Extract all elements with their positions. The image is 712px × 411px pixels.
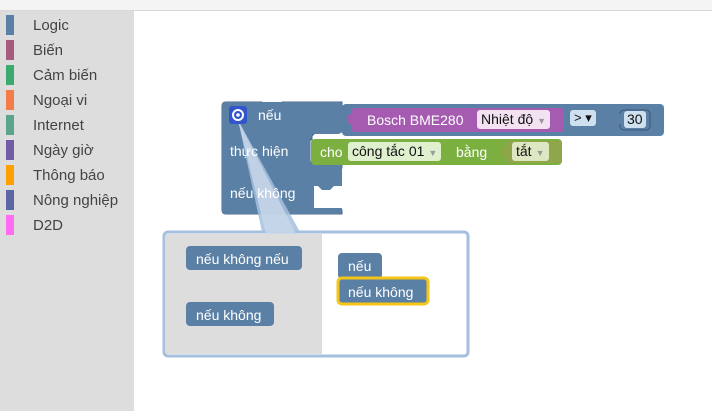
else-row-top	[222, 166, 342, 186]
flyout-else-label: nếu không	[196, 307, 262, 323]
gear-hub	[236, 113, 240, 117]
do-label: thực hiện	[230, 143, 289, 159]
state-value: tắt	[516, 143, 532, 159]
number-value[interactable]: 30	[624, 111, 646, 128]
sensor-field-dropdown[interactable]: Nhiệt độ ▼	[477, 110, 551, 129]
set-label-bang: bằng	[456, 144, 488, 160]
flyout-else-if-label: nếu không nếu	[196, 251, 289, 267]
sensor-field-value: Nhiệt độ	[481, 111, 534, 127]
dropdown-arrow-icon: ▼	[535, 148, 545, 158]
sensor-label: Bosch BME280	[367, 112, 464, 128]
sensor-plug	[348, 114, 354, 124]
dropdown-arrow-icon: ▼	[428, 148, 438, 158]
number-plug	[616, 114, 622, 124]
switch-dropdown[interactable]: công tắc 01 ▼	[348, 142, 442, 161]
operator-dropdown[interactable]: > ▾	[570, 110, 596, 126]
mutator-if-label: nếu	[348, 258, 372, 274]
blocks-canvas	[162, 101, 664, 358]
set-label-cho: cho	[320, 144, 343, 160]
dropdown-arrow-icon: ▼	[537, 116, 547, 126]
mutator-else-label: nếu không	[348, 284, 414, 300]
switch-value: công tắc 01	[352, 143, 425, 159]
state-dropdown[interactable]: tắt ▼	[512, 142, 549, 161]
state-plug	[502, 147, 508, 157]
if-label: nếu	[258, 107, 282, 123]
else-label: nếu không	[230, 185, 296, 201]
